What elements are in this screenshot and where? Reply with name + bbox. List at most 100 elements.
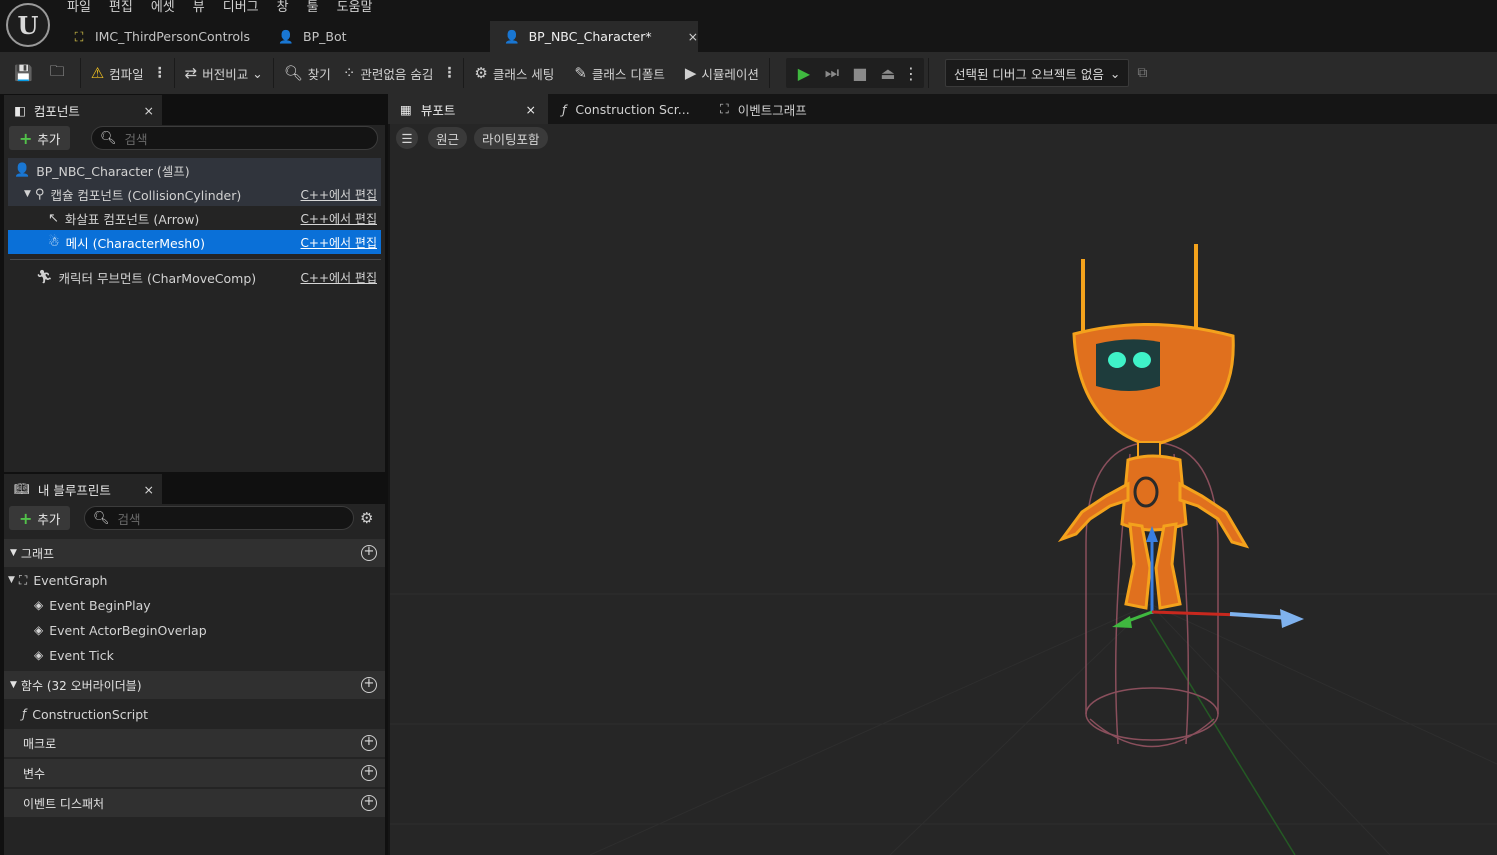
add-component-button[interactable]: + 추가 bbox=[9, 126, 71, 150]
add-variable-icon[interactable]: + bbox=[361, 765, 377, 781]
tab-bp-bot[interactable]: 👤 BP_Bot bbox=[264, 21, 490, 52]
save-button[interactable]: 💾 bbox=[0, 56, 44, 90]
add-dispatcher-icon[interactable]: + bbox=[361, 795, 377, 811]
event-begin-play[interactable]: ◈ Event BeginPlay bbox=[34, 593, 151, 617]
tab-components[interactable]: ◧ 컴포넌트 × bbox=[4, 95, 162, 125]
section-functions[interactable]: ▼ 함수 (32 오버라이더블) + bbox=[4, 671, 385, 699]
tab-construction-script[interactable]: ƒ Construction Scr... bbox=[550, 94, 710, 124]
perspective-button[interactable]: 원근 bbox=[428, 127, 468, 149]
diff-button[interactable]: ⇄ 버전비교 ⌄ bbox=[179, 56, 269, 90]
blueprint-search-input[interactable]: 🔍︎ 검색 bbox=[84, 506, 354, 530]
gizmo-forward-arrowhead[interactable] bbox=[1280, 609, 1304, 628]
compile-button[interactable]: ⚠ 컴파일 bbox=[85, 56, 150, 90]
add-label: 추가 bbox=[37, 511, 61, 527]
edit-in-cpp-link[interactable]: C++에서 편집 bbox=[301, 234, 377, 251]
tab-event-graph[interactable]: ⛶ 이벤트그래프 bbox=[708, 94, 858, 124]
menu-asset[interactable]: 에셋 bbox=[142, 0, 184, 18]
stop-icon[interactable]: ■ bbox=[846, 64, 874, 83]
gear-icon[interactable]: ⚙ bbox=[360, 509, 373, 527]
eject-icon[interactable]: ⏏ bbox=[874, 64, 902, 83]
tab-viewport[interactable]: ▦ 뷰포트 × bbox=[388, 94, 548, 124]
viewport-options-button[interactable]: ☰ bbox=[396, 127, 418, 149]
search-icon: 🔍︎ bbox=[100, 130, 117, 146]
menu-file[interactable]: 파일 bbox=[58, 0, 100, 18]
tab-bp-nbc-character[interactable]: 👤 BP_NBC_Character* × bbox=[490, 21, 698, 52]
debug-object-label: 선택된 디버그 오브젝트 없음 bbox=[953, 66, 1104, 82]
menu-debug[interactable]: 디버그 bbox=[214, 0, 268, 18]
add-graph-icon[interactable]: + bbox=[361, 545, 377, 561]
close-icon[interactable]: × bbox=[144, 103, 154, 118]
close-icon[interactable]: × bbox=[526, 102, 536, 117]
compile-options-icon[interactable]: ⋮ bbox=[150, 65, 170, 81]
toolbar: 💾 🗀 ⚠ 컴파일 ⋮ ⇄ 버전비교 ⌄ 🔍︎ 찾기 ⁘ 관련없음 숨김 ⋮ ⚙… bbox=[0, 52, 1497, 94]
tab-label: 이벤트그래프 bbox=[737, 102, 807, 118]
tree-item-label: 캐릭터 무브먼트 (CharMoveComp) bbox=[58, 270, 257, 286]
floor-grid bbox=[390, 593, 1497, 855]
edit-in-cpp-link[interactable]: C++에서 편집 bbox=[301, 269, 377, 286]
tree-item-collision-cylinder[interactable]: ▼ ⚲ 캡슐 컴포넌트 (CollisionCylinder) C++에서 편집 bbox=[8, 182, 381, 206]
play-options-icon[interactable]: ⋮ bbox=[902, 64, 920, 83]
unreal-logo-icon[interactable]: U bbox=[6, 3, 50, 47]
menu-view[interactable]: 뷰 bbox=[184, 0, 214, 18]
edit-in-cpp-link[interactable]: C++에서 편집 bbox=[301, 210, 377, 227]
viewport-scene[interactable] bbox=[390, 124, 1497, 855]
add-macro-icon[interactable]: + bbox=[361, 735, 377, 751]
menu-window[interactable]: 창 bbox=[268, 0, 298, 18]
skeletal-mesh-icon: ☃ bbox=[48, 234, 60, 250]
close-icon[interactable]: × bbox=[144, 482, 154, 497]
function-construction-script[interactable]: ƒ ConstructionScript bbox=[22, 702, 148, 726]
section-macros[interactable]: 매크로 + bbox=[4, 729, 385, 757]
components-icon: ◧ bbox=[14, 102, 26, 118]
add-function-icon[interactable]: + bbox=[361, 677, 377, 693]
blueprint-character-icon: 👤 bbox=[278, 28, 294, 44]
lighting-button[interactable]: 라이팅포함 bbox=[474, 127, 548, 149]
debug-filter-icon[interactable]: ⧉ bbox=[1137, 65, 1147, 81]
find-button[interactable]: 🔍︎ 찾기 bbox=[278, 56, 337, 90]
play-controls: ▶ ⏭ ■ ⏏ ⋮ bbox=[785, 58, 924, 88]
divider bbox=[463, 58, 465, 88]
simulation-button[interactable]: ▶ 시뮬레이션 bbox=[679, 56, 765, 90]
browse-button[interactable]: 🗀 bbox=[44, 56, 76, 90]
event-actor-begin-overlap[interactable]: ◈ Event ActorBeginOverlap bbox=[34, 618, 207, 642]
step-icon[interactable]: ⏭ bbox=[818, 63, 846, 83]
tab-my-blueprint[interactable]: 📖︎ 내 블루프린트 × bbox=[4, 474, 162, 504]
editor-tabs: ▦ 뷰포트 × ƒ Construction Scr... ⛶ 이벤트그래프 bbox=[388, 94, 1497, 124]
section-graphs[interactable]: ▼ 그래프 + bbox=[4, 539, 385, 567]
function-label: ConstructionScript bbox=[32, 706, 149, 722]
tab-imc-thirdpersoncontrols[interactable]: ⛶ IMC_ThirdPersonControls bbox=[58, 21, 264, 52]
robot-antennae bbox=[1081, 244, 1198, 334]
tab-label: BP_NBC_Character* bbox=[528, 29, 652, 44]
event-label: Event ActorBeginOverlap bbox=[49, 622, 207, 638]
event-tick[interactable]: ◈ Event Tick bbox=[34, 643, 114, 667]
tree-item-self[interactable]: 👤 BP_NBC_Character (셀프) bbox=[8, 158, 381, 182]
add-member-button[interactable]: + 추가 bbox=[9, 506, 71, 530]
section-variables[interactable]: 변수 + bbox=[4, 759, 385, 787]
viewport[interactable]: ☰ 원근 라이팅포함 bbox=[390, 124, 1497, 855]
event-graph-label: EventGraph bbox=[33, 572, 108, 588]
viewport-icon: ▦ bbox=[400, 101, 412, 117]
hide-unrelated-button[interactable]: ⁘ 관련없음 숨김 bbox=[337, 56, 440, 90]
chevron-down-icon: ▼ bbox=[8, 575, 15, 585]
play-icon[interactable]: ▶ bbox=[790, 64, 818, 83]
robot-left-leg bbox=[1124, 522, 1152, 610]
debug-object-select[interactable]: 선택된 디버그 오브젝트 없음 ⌄ bbox=[944, 59, 1130, 87]
class-settings-button[interactable]: ⚙ 클래스 세팅 bbox=[468, 56, 560, 90]
section-event-dispatchers[interactable]: 이벤트 디스패처 + bbox=[4, 789, 385, 817]
gizmo-y-arrow[interactable] bbox=[1112, 616, 1132, 628]
green-axis-line bbox=[1149, 618, 1296, 855]
menu-tools[interactable]: 툴 bbox=[298, 0, 328, 18]
more-options-icon[interactable]: ⋮ bbox=[439, 65, 459, 81]
tree-item-char-move-comp[interactable]: 🏃︎ 캐릭터 무브먼트 (CharMoveComp) C++에서 편집 bbox=[8, 265, 381, 289]
blueprint-character-icon: 👤 bbox=[504, 28, 520, 44]
menu-edit[interactable]: 편집 bbox=[100, 0, 142, 18]
graph-event-graph[interactable]: ▼ ⛶ EventGraph bbox=[8, 568, 107, 592]
class-defaults-button[interactable]: ✎ 클래스 디폴트 bbox=[568, 56, 671, 90]
tree-item-arrow[interactable]: ↖ 화살표 컴포넌트 (Arrow) C++에서 편집 bbox=[8, 206, 381, 230]
edit-in-cpp-link[interactable]: C++에서 편집 bbox=[301, 186, 377, 203]
tree-item-character-mesh[interactable]: ☃ 메시 (CharacterMesh0) C++에서 편집 bbox=[8, 230, 381, 254]
menu-help[interactable]: 도움말 bbox=[328, 0, 382, 18]
chevron-down-icon: ⌄ bbox=[1109, 65, 1121, 81]
close-icon[interactable]: × bbox=[688, 29, 698, 44]
component-search-input[interactable]: 🔍︎ 검색 bbox=[91, 126, 378, 150]
section-label: 변수 bbox=[23, 766, 46, 781]
